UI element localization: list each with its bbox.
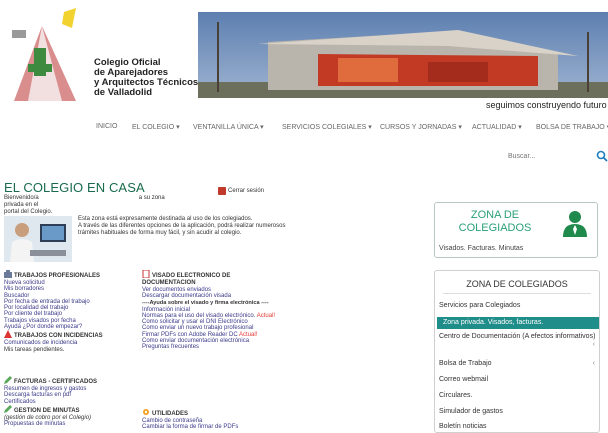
- org-name-line: de Valladolid: [94, 87, 153, 98]
- documentacion-label: Centro de Documentación (A efectos infor…: [439, 333, 596, 340]
- normas-label: Normas para el uso del visado electrónic…: [142, 312, 256, 319]
- briefcase-icon: [4, 270, 12, 278]
- doctor-image: [4, 216, 72, 262]
- nav-el-colegio[interactable]: EL COLEGIO ▾: [132, 123, 180, 131]
- welcome-text: Bienvenido/a a su zona privada en el port…: [4, 195, 184, 216]
- zona-box-subtitle: Visados. Facturas. Minutas: [439, 245, 524, 252]
- actual-badge: Actual!: [239, 331, 258, 338]
- colegio-logo[interactable]: [6, 6, 96, 106]
- header-photo: seguimos construyendo futuro: [198, 12, 608, 112]
- section-visado: VISADO ELECTRONICO DE DOCUMENTACION Ver …: [142, 270, 310, 351]
- nav-cursos-jornadas[interactable]: CURSOS Y JORNADAS ▾: [380, 123, 462, 131]
- sidebar-menu-title: ZONA DE COLEGIADOS: [466, 279, 568, 289]
- search-input[interactable]: [504, 148, 594, 164]
- visado-title-b: DOCUMENTACION: [142, 280, 196, 286]
- sidebar-item-simulador[interactable]: Simulador de gastos: [439, 408, 597, 416]
- sidebar-item-servicios[interactable]: Servicios para Colegiados: [439, 302, 597, 310]
- section-facturas: FACTURAS - CERTIFICADOS Resumen de ingre…: [4, 376, 140, 427]
- pencil-icon: [4, 376, 12, 384]
- warning-icon: [4, 330, 12, 339]
- search-box: [504, 148, 608, 166]
- nav-actualidad[interactable]: ACTUALIDAD ▾: [472, 123, 522, 131]
- utilidades-title: UTILIDADES: [152, 411, 188, 417]
- search-icon[interactable]: [596, 150, 608, 162]
- section-title: UTILIDADES: [142, 408, 310, 418]
- sidebar-item-boletin[interactable]: Boletín noticias: [439, 423, 597, 431]
- page-title: EL COLEGIO EN CASA: [4, 180, 145, 195]
- zona-colegiados-box[interactable]: ZONA DE COLEGIADOS Visados. Facturas. Mi…: [434, 202, 598, 258]
- chevron-left-icon: ‹: [592, 360, 595, 367]
- nav-inicio[interactable]: INICIO: [96, 123, 117, 130]
- section-title: TRABAJOS CON INCIDENCIAS: [4, 330, 140, 340]
- link-preguntas[interactable]: Preguntas frecuentes: [142, 344, 310, 350]
- actual-badge: Actual!: [256, 312, 276, 319]
- org-name: Colegio Oficial de Aparejadores y Arquit…: [94, 58, 198, 98]
- tareas-pendientes: Mis tareas pendientes.: [4, 346, 65, 353]
- welcome-c: portal del Colegio.: [4, 209, 53, 215]
- intro-line: Esta zona está expresamente destinada al…: [78, 216, 253, 222]
- user-illustration: [4, 216, 72, 262]
- section-title: TRABAJOS PROFESIONALES: [4, 270, 140, 280]
- minutas-title: GESTION DE MINUTAS: [14, 407, 80, 414]
- sidebar-item-circulares[interactable]: Circulares.: [439, 392, 597, 400]
- intro-text: Esta zona está expresamente destinada al…: [78, 216, 288, 237]
- main-content: EL COLEGIO EN CASA Bienvenido/a a su zona…: [0, 172, 430, 433]
- header-banner: Colegio Oficial de Aparejadores y Arquit…: [0, 0, 608, 112]
- section-title: FACTURAS - CERTIFICADOS: [4, 376, 140, 386]
- link-propuestas-minutas[interactable]: Propuestas de minutas: [4, 421, 140, 427]
- sidebar-item-webmail[interactable]: Correo webmail: [439, 376, 597, 384]
- facturas-title: FACTURAS - CERTIFICADOS: [14, 379, 97, 385]
- sidebar-item-zona-privada[interactable]: Zona privada. Visados, facturas.: [437, 317, 599, 329]
- slogan: seguimos construyendo futuro: [486, 100, 607, 110]
- section-title: VISADO ELECTRONICO DE: [142, 270, 310, 280]
- visado-title-a: VISADO ELECTRONICO DE: [152, 273, 231, 279]
- sidebar-menu: ZONA DE COLEGIADOS Servicios para Colegi…: [434, 270, 600, 433]
- building-photo: [198, 12, 608, 112]
- gear-icon: [143, 409, 149, 415]
- section-trabajos: TRABAJOS PROFESIONALES Nueva solicitud M…: [4, 270, 140, 353]
- main-nav: INICIO EL COLEGIO ▾ VENTANILLA ÚNICA ▾ S…: [0, 120, 608, 138]
- visado-subhead: ----Ayuda sobre el visado y firma electr…: [142, 299, 269, 306]
- firmar-label: Firmar PDFs con Adobe Reader DC: [142, 331, 238, 338]
- pencil-icon: [4, 404, 12, 413]
- nav-ventanilla-unica[interactable]: VENTANILLA ÚNICA ▾: [193, 123, 264, 131]
- chevron-left-icon: ‹: [592, 341, 595, 348]
- section-title: GESTION DE MINUTAS: [4, 404, 140, 415]
- user-icon: [563, 211, 587, 237]
- link-cambiar-firma[interactable]: Cambiar la forma de firmar de PDFs: [142, 424, 310, 430]
- welcome-line: Bienvenido/a a su zona privada en el: [4, 195, 184, 209]
- section-utilidades: UTILIDADES Cambio de contraseña Cambiar …: [142, 408, 310, 431]
- logout-label: Cerrar sesión: [228, 187, 265, 194]
- zona-box-title: ZONA DE COLEGIADOS: [458, 209, 532, 234]
- trabajos-title: TRABAJOS PROFESIONALES: [14, 273, 101, 279]
- incidencias-title: TRABAJOS CON INCIDENCIAS: [14, 333, 103, 340]
- logout-link[interactable]: Cerrar sesión: [218, 182, 264, 200]
- intro-line: A través de las diferentes opciones de l…: [78, 223, 286, 229]
- bolsa-label: Bolsa de Trabajo: [439, 360, 492, 367]
- document-icon: [142, 270, 150, 278]
- nav-servicios-colegiales[interactable]: SERVICIOS COLEGIALES ▾: [282, 123, 372, 131]
- welcome-a: Bienvenido/a: [4, 195, 39, 201]
- logout-icon: [218, 186, 226, 195]
- divider: [443, 293, 591, 294]
- sidebar-item-documentacion[interactable]: Centro de Documentación (A efectos infor…: [439, 333, 597, 348]
- nav-bolsa-trabajo[interactable]: BOLSA DE TRABAJO ▾: [536, 123, 608, 131]
- sidebar-item-bolsa[interactable]: Bolsa de Trabajo ‹: [439, 360, 597, 368]
- intro-line: trámites habituales de forma muy fácil, …: [78, 230, 242, 236]
